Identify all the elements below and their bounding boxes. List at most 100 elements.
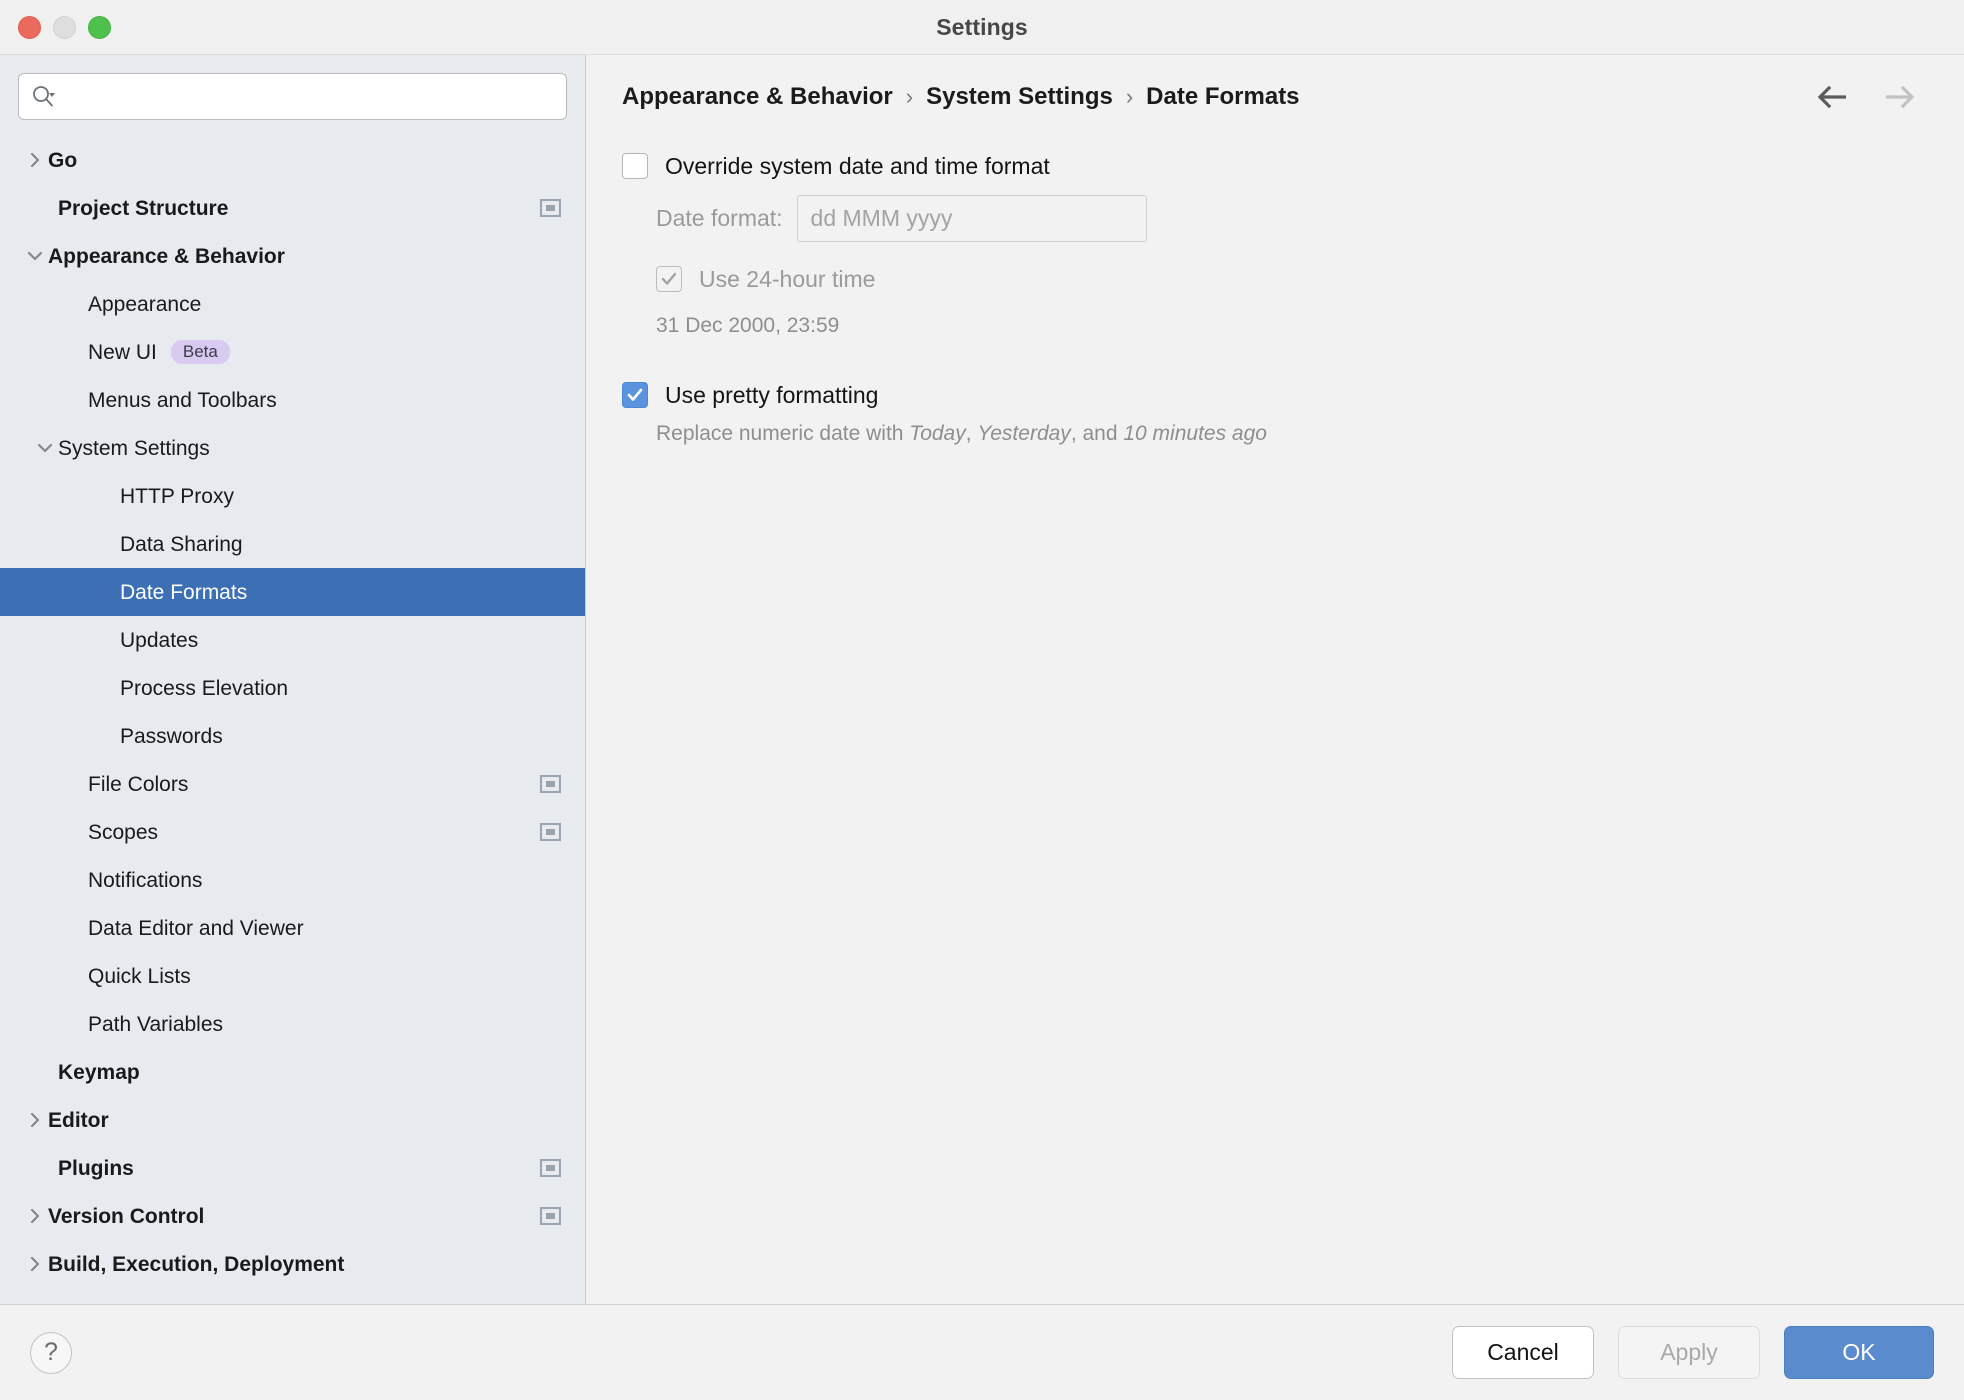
dialog-footer: ? Cancel Apply OK [0, 1304, 1964, 1400]
sidebar-item-label: New UI [88, 340, 157, 364]
panel-window-icon [540, 199, 561, 217]
help-button[interactable]: ? [30, 1331, 72, 1374]
chevron-right-icon[interactable] [22, 147, 48, 173]
navigation-arrows [1814, 84, 1928, 110]
sidebar-item-appearance-behavior[interactable]: Appearance & Behavior [0, 232, 585, 280]
use-pretty-formatting-row[interactable]: Use pretty formatting [622, 382, 1928, 408]
sidebar-item-build-execution-deployment[interactable]: Build, Execution, Deployment [0, 1240, 585, 1288]
sidebar-item-label: Data Sharing [120, 532, 243, 556]
search-container [0, 55, 585, 130]
date-format-input[interactable]: dd MMM yyyy [796, 195, 1147, 242]
date-format-row: Date format: dd MMM yyyy [656, 195, 1928, 242]
chevron-right-icon[interactable] [22, 1251, 48, 1277]
pretty-formatting-hint: Replace numeric date with Today, Yesterd… [656, 422, 1928, 446]
sidebar-item-label: Project Structure [58, 196, 229, 220]
sidebar-item-scopes[interactable]: Scopes [0, 808, 585, 856]
sidebar-item-label: Data Editor and Viewer [88, 916, 304, 940]
settings-tree: Go Project Structure Appearance & Behavior… [0, 130, 585, 1304]
panel-window-icon [540, 1207, 561, 1225]
sidebar-item-data-editor-and-viewer[interactable]: Data Editor and Viewer [0, 904, 585, 952]
sidebar-item-menus-and-toolbars[interactable]: Menus and Toolbars [0, 376, 585, 424]
sidebar-item-label: Passwords [120, 724, 223, 748]
chevron-down-icon[interactable] [32, 435, 58, 461]
search-box[interactable] [18, 73, 567, 120]
sidebar-item-appearance[interactable]: Appearance [0, 280, 585, 328]
apply-button[interactable]: Apply [1618, 1326, 1760, 1379]
sidebar-item-file-colors[interactable]: File Colors [0, 760, 585, 808]
panel-window-icon [540, 1159, 561, 1177]
sidebar-item-label: HTTP Proxy [120, 484, 234, 508]
sidebar-item-http-proxy[interactable]: HTTP Proxy [0, 472, 585, 520]
sidebar-item-quick-lists[interactable]: Quick Lists [0, 952, 585, 1000]
window-body: Go Project Structure Appearance & Behavior… [0, 54, 1964, 1304]
breadcrumb-item-3: Date Formats [1146, 83, 1300, 110]
cancel-button[interactable]: Cancel [1452, 1326, 1594, 1379]
chevron-right-icon[interactable] [22, 1107, 48, 1133]
hint-yesterday: Yesterday [977, 422, 1071, 445]
override-system-format-label: Override system date and time format [665, 152, 1050, 179]
override-system-format-row[interactable]: Override system date and time format [622, 153, 1928, 179]
sidebar-item-plugins[interactable]: Plugins [0, 1144, 585, 1192]
sidebar-item-label: Quick Lists [88, 964, 191, 988]
use-24-hour-time-row[interactable]: Use 24-hour time [656, 266, 1928, 292]
sidebar-item-label: Scopes [88, 820, 159, 844]
hint-comma: , [965, 422, 978, 445]
hint-minutes-ago: 10 minutes ago [1123, 422, 1267, 445]
sidebar-item-version-control[interactable]: Version Control [0, 1192, 585, 1240]
breadcrumb: Appearance & Behavior › System Settings … [586, 55, 1964, 139]
sidebar-item-label: Path Variables [88, 1012, 224, 1036]
breadcrumb-item-1[interactable]: Appearance & Behavior [622, 83, 893, 111]
date-preview-text: 31 Dec 2000, 23:59 [656, 314, 840, 337]
sidebar-item-notifications[interactable]: Notifications [0, 856, 585, 904]
sidebar-item-go[interactable]: Go [0, 136, 585, 184]
sidebar-item-label: Notifications [88, 868, 203, 892]
sidebar-item-project-structure[interactable]: Project Structure [0, 184, 585, 232]
sidebar-item-system-settings[interactable]: System Settings [0, 424, 585, 472]
sidebar-item-label: Process Elevation [120, 676, 289, 700]
hint-today: Today [909, 422, 966, 445]
sidebar-item-updates[interactable]: Updates [0, 616, 585, 664]
sidebar-item-passwords[interactable]: Passwords [0, 712, 585, 760]
sidebar-item-path-variables[interactable]: Path Variables [0, 1000, 585, 1048]
arrow-right-icon[interactable] [1880, 84, 1918, 110]
window-title: Settings [936, 13, 1028, 40]
sidebar-item-label: Menus and Toolbars [88, 388, 277, 412]
footer-actions: Cancel Apply OK [1452, 1326, 1934, 1379]
arrow-left-icon[interactable] [1814, 84, 1852, 110]
sidebar-item-data-sharing[interactable]: Data Sharing [0, 520, 585, 568]
ok-button[interactable]: OK [1784, 1326, 1934, 1379]
sidebar-item-process-elevation[interactable]: Process Elevation [0, 664, 585, 712]
sidebar-item-label: Date Formats [120, 580, 248, 604]
breadcrumb-item-2[interactable]: System Settings [926, 83, 1113, 111]
use-24-hour-time-label: Use 24-hour time [699, 265, 876, 292]
panel-window-icon [540, 775, 561, 793]
use-24-hour-time-checkbox[interactable] [656, 266, 682, 292]
use-pretty-formatting-checkbox[interactable] [622, 382, 648, 408]
sidebar-item-label: System Settings [58, 436, 210, 460]
hint-prefix: Replace numeric date with [656, 422, 910, 445]
search-icon [31, 84, 57, 110]
use-pretty-formatting-label: Use pretty formatting [665, 381, 879, 408]
panel-window-icon [540, 823, 561, 841]
sidebar-item-new-ui[interactable]: New UI Beta [0, 328, 585, 376]
search-input[interactable] [63, 85, 554, 108]
sidebar-item-label: Editor [48, 1108, 109, 1132]
sidebar-item-label: Version Control [48, 1204, 205, 1228]
sidebar-item-label: Appearance & Behavior [48, 244, 285, 268]
settings-sidebar: Go Project Structure Appearance & Behavior… [0, 55, 586, 1304]
override-system-format-checkbox[interactable] [622, 153, 648, 179]
chevron-down-icon[interactable] [22, 243, 48, 269]
sidebar-item-label: Build, Execution, Deployment [48, 1252, 345, 1276]
sidebar-item-editor[interactable]: Editor [0, 1096, 585, 1144]
sidebar-item-label: Plugins [58, 1156, 134, 1180]
sidebar-item-label: File Colors [88, 772, 189, 796]
title-bar: Settings [0, 0, 1964, 54]
sidebar-item-label: Go [48, 148, 78, 172]
chevron-right-icon[interactable] [22, 1203, 48, 1229]
beta-badge: Beta [170, 340, 230, 364]
date-format-label: Date format: [656, 205, 783, 231]
sidebar-item-label: Appearance [88, 292, 202, 316]
sidebar-item-keymap[interactable]: Keymap [0, 1048, 585, 1096]
settings-window: Settings Go Project Structure Appearance & [0, 0, 1964, 1400]
sidebar-item-date-formats[interactable]: Date Formats [0, 568, 585, 616]
